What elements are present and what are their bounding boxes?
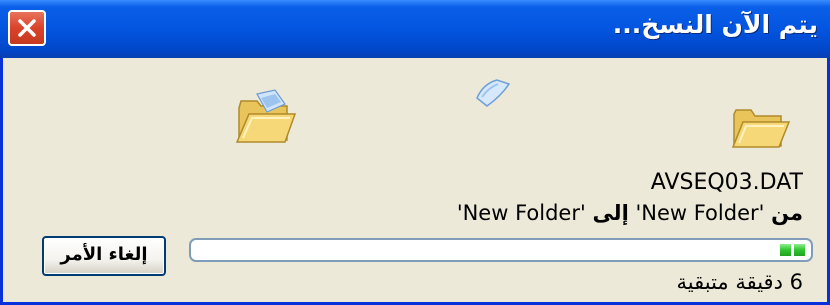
progress-bar: [189, 238, 813, 262]
cancel-button[interactable]: إلغاء الأمر: [42, 236, 166, 276]
time-remaining: 6 دقيقة متبقية: [676, 270, 803, 294]
progress-fill: [780, 244, 805, 256]
path-destination: 'New Folder': [456, 201, 586, 225]
close-icon: [18, 19, 36, 37]
flying-document-icon: [476, 79, 511, 107]
progress-block: [780, 244, 791, 256]
path-source: 'New Folder': [635, 201, 765, 225]
copy-path: 'New Folder' إلى 'New Folder' من: [457, 201, 803, 225]
file-name: AVSEQ03.DAT: [650, 170, 803, 195]
path-to-label: إلى: [592, 201, 629, 225]
open-folder-icon: [235, 89, 297, 143]
dialog-content: AVSEQ03.DAT 'New Folder' إلى 'New Folder…: [3, 58, 827, 302]
copy-dialog: يتم الآن النسخ... AVSEQ03.DAT 'New Folde…: [0, 0, 830, 305]
progress-block: [794, 244, 805, 256]
path-from-label: من: [771, 201, 803, 225]
folder-icon: [731, 109, 791, 148]
close-button[interactable]: [8, 10, 46, 46]
title-bar[interactable]: يتم الآن النسخ...: [0, 0, 830, 58]
window-title: يتم الآن النسخ...: [612, 10, 818, 39]
